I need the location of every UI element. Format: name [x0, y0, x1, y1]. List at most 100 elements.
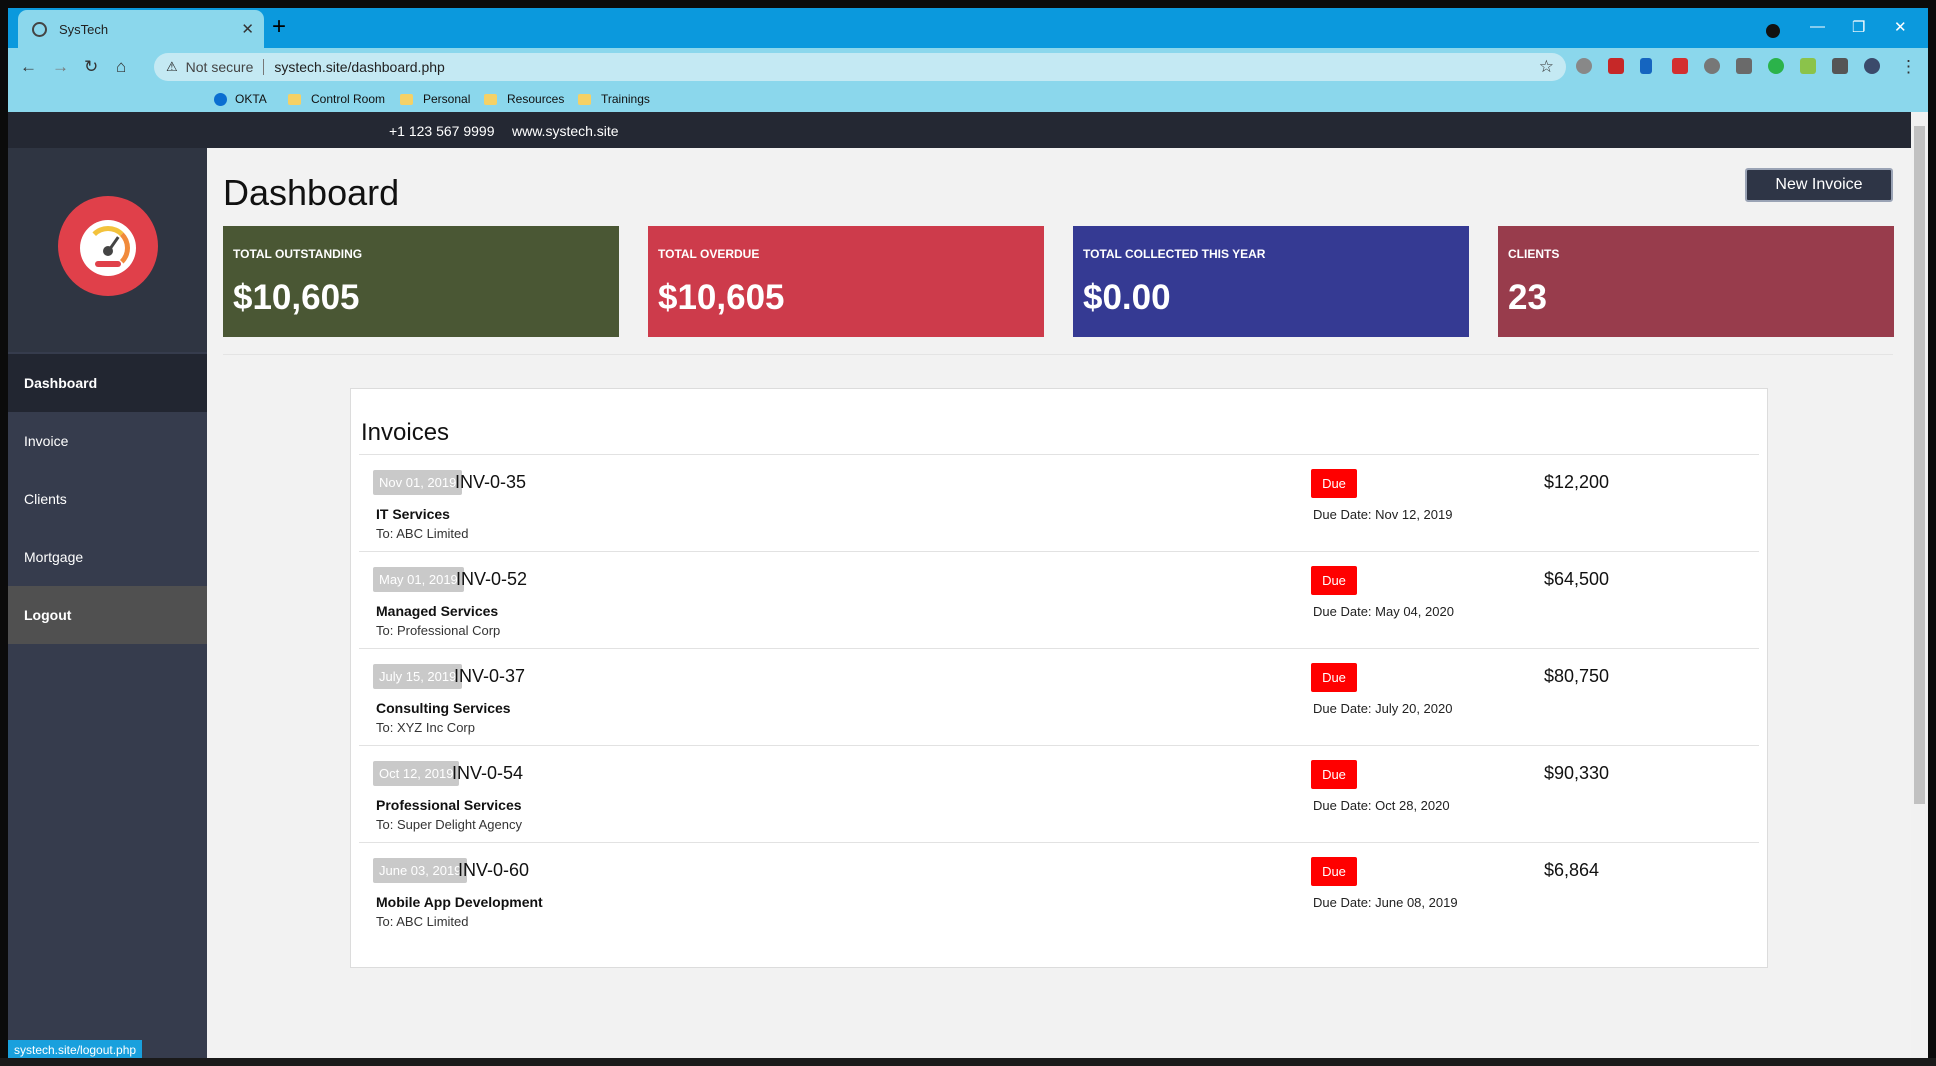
site-top-bar: +1 123 567 9999 www.systech.site — [8, 112, 1928, 148]
bookmark-label: OKTA — [235, 92, 267, 106]
invoice-number[interactable]: INV-0-54 — [452, 763, 523, 784]
sidebar-item-clients[interactable]: Clients — [8, 470, 207, 528]
speedometer-icon — [80, 220, 136, 276]
extension-icon[interactable] — [1640, 58, 1652, 74]
extension-icon[interactable] — [1704, 58, 1720, 74]
invoices-title: Invoices — [361, 419, 450, 446]
invoice-number[interactable]: INV-0-52 — [456, 569, 527, 590]
folder-icon — [578, 93, 591, 105]
separator — [263, 59, 265, 75]
tab-strip: SysTech ✕ + — ❐ ✕ — [8, 8, 1928, 48]
invoice-amount: $64,500 — [1544, 569, 1610, 589]
invoice-service: Managed Services — [376, 603, 499, 619]
invoice-number[interactable]: INV-0-37 — [454, 666, 525, 687]
invoice-number[interactable]: INV-0-35 — [455, 472, 526, 493]
new-tab-button[interactable]: + — [272, 15, 286, 39]
warning-icon: ⚠ — [166, 59, 178, 74]
extension-icon[interactable] — [1608, 58, 1624, 74]
minimize-icon[interactable]: — — [1810, 18, 1825, 35]
website-link[interactable]: www.systech.site — [512, 123, 619, 139]
sidebar: Dashboard Invoice Clients Mortgage Logou… — [8, 148, 207, 1066]
status-badge: Due — [1311, 469, 1357, 498]
stat-card-overdue: TOTAL OVERDUE $10,605 — [648, 226, 1044, 337]
stat-value: $0.00 — [1083, 278, 1171, 317]
sidebar-item-invoice[interactable]: Invoice — [8, 412, 207, 470]
status-badge: Due — [1311, 566, 1357, 595]
invoice-date: May 01, 2019 — [373, 567, 464, 592]
extension-icon[interactable] — [1672, 58, 1688, 74]
profile-menu-icon[interactable] — [1766, 24, 1780, 38]
stat-value: $10,605 — [233, 278, 360, 317]
avatar[interactable] — [1864, 58, 1880, 74]
stat-card-outstanding: TOTAL OUTSTANDING $10,605 — [223, 226, 619, 337]
sidebar-item-logout[interactable]: Logout — [8, 586, 207, 644]
page-title: Dashboard — [223, 172, 400, 213]
stat-card-clients: CLIENTS 23 — [1498, 226, 1894, 337]
bookmark-label: Resources — [507, 92, 565, 106]
contact-phone: +1 123 567 9999 — [389, 123, 495, 139]
bookmark-label: Personal — [423, 92, 471, 106]
extension-icon[interactable] — [1800, 58, 1816, 74]
invoice-row[interactable]: May 01, 2019 INV-0-52 Managed Services T… — [359, 551, 1759, 648]
scrollbar-thumb[interactable] — [1914, 126, 1925, 804]
restore-icon[interactable]: ❐ — [1852, 18, 1865, 36]
extension-icon[interactable] — [1768, 58, 1784, 74]
screen: SysTech ✕ + — ❐ ✕ ← → ↻ ⌂ ⚠ Not secure s… — [0, 0, 1936, 1066]
sidebar-item-dashboard[interactable]: Dashboard — [8, 354, 207, 412]
stat-value: 23 — [1508, 278, 1547, 317]
bookmarks-bar: OKTA Control Room Personal Resources Tra… — [8, 86, 1928, 183]
back-icon[interactable]: ← — [20, 57, 37, 77]
stat-label: TOTAL OUTSTANDING — [233, 247, 363, 261]
invoice-service: Consulting Services — [376, 700, 511, 716]
close-window-icon[interactable]: ✕ — [1894, 18, 1907, 36]
vertical-scrollbar[interactable] — [1911, 112, 1928, 1066]
forward-icon[interactable]: → — [52, 57, 69, 77]
invoice-number[interactable]: INV-0-60 — [458, 860, 529, 881]
address-bar[interactable]: ⚠ Not secure systech.site/dashboard.php … — [154, 53, 1566, 81]
invoice-date: June 03, 2019 — [373, 858, 468, 883]
browser-tab[interactable]: SysTech ✕ — [18, 10, 264, 48]
status-badge: Due — [1311, 857, 1357, 886]
stat-label: CLIENTS — [1508, 247, 1560, 261]
invoice-row[interactable]: July 15, 2019 INV-0-37 Consulting Servic… — [359, 648, 1759, 745]
invoice-recipient: To: Super Delight Agency — [376, 817, 522, 832]
invoice-row[interactable]: Oct 12, 2019 INV-0-54 Professional Servi… — [359, 745, 1759, 842]
extension-icon[interactable] — [1576, 58, 1592, 74]
invoice-amount: $12,200 — [1544, 472, 1610, 492]
folder-icon — [400, 93, 413, 105]
status-badge: Due — [1311, 663, 1357, 692]
bookmark-okta[interactable]: OKTA — [214, 92, 267, 106]
invoice-recipient: To: Professional Corp — [376, 623, 501, 638]
not-secure-label: Not secure — [185, 59, 254, 75]
invoice-date: Oct 12, 2019 — [373, 761, 460, 786]
folder-icon — [484, 93, 497, 105]
status-bar-url: systech.site/logout.php — [8, 1040, 143, 1060]
bookmark-folder[interactable]: Personal — [400, 92, 470, 106]
extensions-puzzle-icon[interactable] — [1832, 58, 1848, 74]
dashboard-logo — [58, 196, 158, 296]
stat-card-collected: TOTAL COLLECTED THIS YEAR $0.00 — [1073, 226, 1469, 337]
pocket-icon[interactable] — [1736, 58, 1752, 74]
invoice-due-date: Due Date: June 08, 2019 — [1313, 895, 1458, 910]
invoice-date: Nov 01, 2019 — [373, 470, 463, 495]
bookmark-folder[interactable]: Resources — [484, 92, 564, 106]
invoice-due-date: Due Date: July 20, 2020 — [1313, 701, 1453, 716]
status-badge: Due — [1311, 760, 1357, 789]
bookmark-label: Control Room — [311, 92, 386, 106]
home-icon[interactable]: ⌂ — [116, 57, 126, 77]
bookmark-folder[interactable]: Trainings — [578, 92, 650, 106]
menu-icon[interactable]: ⋮ — [1900, 57, 1917, 77]
invoice-amount: $80,750 — [1544, 666, 1610, 686]
folder-icon — [288, 93, 301, 105]
close-tab-icon[interactable]: ✕ — [241, 20, 254, 38]
invoice-recipient: To: ABC Limited — [376, 526, 469, 541]
bookmark-star-icon[interactable]: ☆ — [1539, 57, 1554, 77]
invoice-service: IT Services — [376, 506, 450, 522]
reload-icon[interactable]: ↻ — [84, 57, 98, 77]
bookmark-folder[interactable]: Control Room — [288, 92, 385, 106]
invoice-row[interactable]: Nov 01, 2019 INV-0-35 IT Services To: AB… — [359, 454, 1759, 551]
new-invoice-button[interactable]: New Invoice — [1745, 168, 1893, 202]
logo-area — [8, 148, 207, 352]
invoice-row[interactable]: June 03, 2019 INV-0-60 Mobile App Develo… — [359, 842, 1759, 939]
sidebar-item-mortgage[interactable]: Mortgage — [8, 528, 207, 586]
